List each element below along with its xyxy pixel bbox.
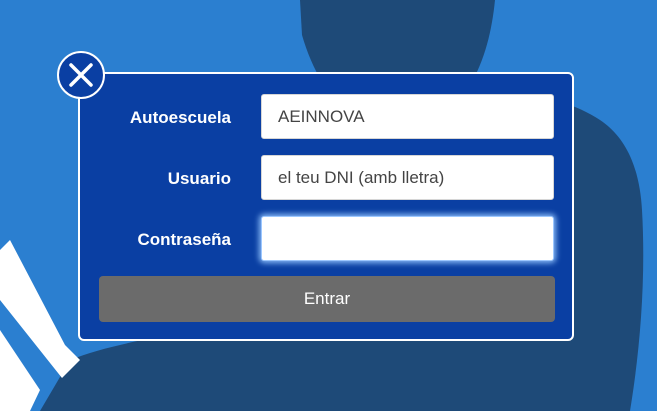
- contrasena-field[interactable]: [261, 216, 554, 261]
- close-button[interactable]: [57, 51, 105, 99]
- entrar-button[interactable]: Entrar: [99, 276, 555, 322]
- contrasena-label: Contraseña: [137, 230, 231, 249]
- close-icon: [69, 63, 93, 87]
- usuario-label: Usuario: [167, 169, 231, 188]
- autoescuela-label: Autoescuela: [129, 108, 231, 127]
- usuario-field[interactable]: [261, 155, 554, 200]
- autoescuela-field[interactable]: [261, 94, 554, 139]
